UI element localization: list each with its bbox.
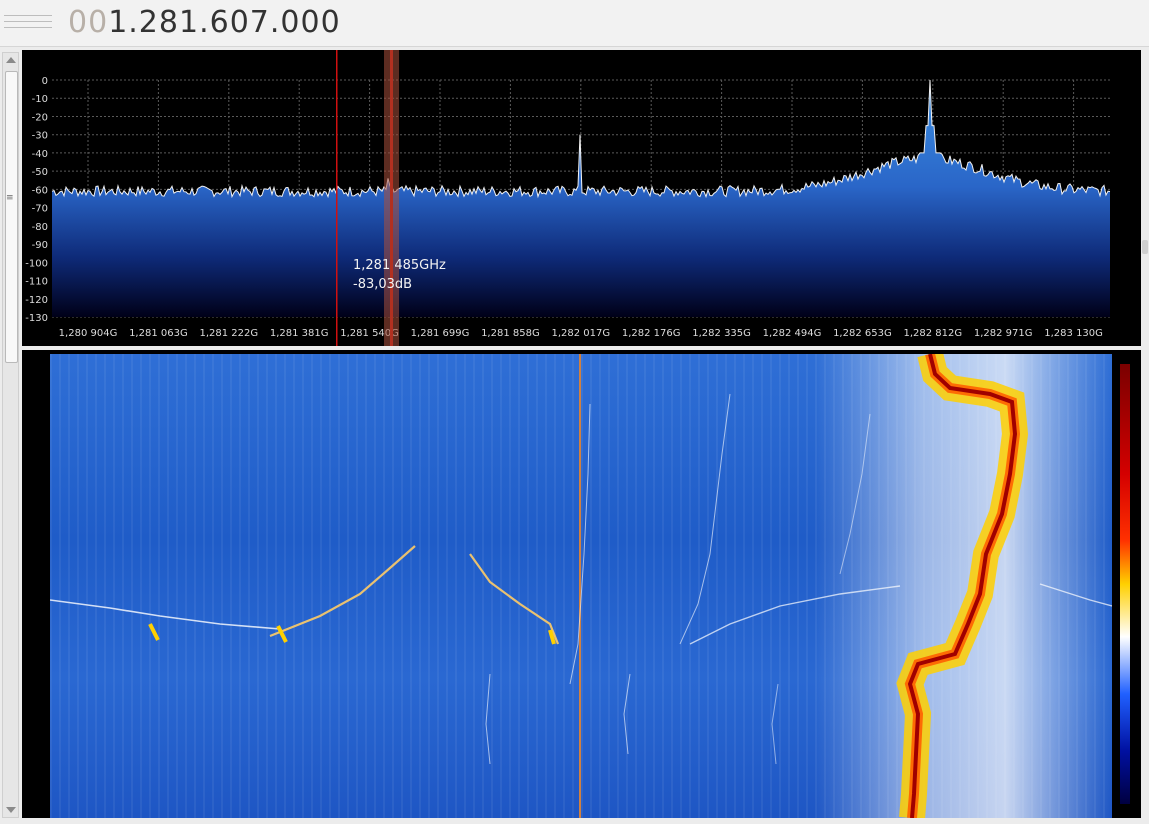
frequency-display[interactable]: 001.281.607.000 xyxy=(68,4,341,42)
scrollbar-grip-icon: ≡ xyxy=(6,193,14,203)
doppler-curve xyxy=(269,545,416,638)
y-axis-tick-label: -40 xyxy=(32,149,48,160)
y-axis-tick-label: -110 xyxy=(25,277,48,288)
x-axis-tick-label: 1,281 222G xyxy=(199,328,258,339)
faint-drift-line xyxy=(839,413,871,575)
burst-hotspot xyxy=(148,623,160,641)
scrollbar-thumb[interactable] xyxy=(5,71,18,363)
waterfall-canvas[interactable] xyxy=(50,354,1112,818)
y-axis-tick-label: -10 xyxy=(32,94,48,105)
doppler-curve xyxy=(689,585,901,645)
y-axis-tick-label: -30 xyxy=(32,131,48,142)
frequency-value[interactable]: 1.281.607.000 xyxy=(108,5,340,40)
spectrum-x-axis: 1,280 904G 1,281 063G 1,281 222G 1,281 381G… xyxy=(59,328,1103,339)
x-axis-tick-label: 1,282 017G xyxy=(551,328,610,339)
cursor-readout-frequency: 1,281 485GHz xyxy=(353,258,446,273)
y-axis-tick-label: -70 xyxy=(32,204,48,215)
x-axis-tick-label: 1,283 130G xyxy=(1044,328,1103,339)
doppler-curve xyxy=(50,599,281,630)
carrier-glow xyxy=(896,354,1029,818)
x-axis-tick-label: 1,282 971G xyxy=(974,328,1033,339)
x-axis-tick-label: 1,282 812G xyxy=(903,328,962,339)
y-axis-tick-label: -60 xyxy=(32,185,48,196)
y-axis-tick-label: -80 xyxy=(32,222,48,233)
y-axis-tick-label: -130 xyxy=(25,313,48,324)
spectrum-fill-area xyxy=(52,80,1110,317)
x-axis-tick-label: 1,280 904G xyxy=(59,328,118,339)
faint-drift-line xyxy=(679,393,731,645)
waterfall-display[interactable] xyxy=(22,350,1141,818)
x-axis-tick-label: 1,281 699G xyxy=(411,328,470,339)
cursor-readout-level: -83,03dB xyxy=(353,277,412,292)
frequency-toolbar: 001.281.607.000 xyxy=(0,0,1149,47)
y-axis-tick-label: -90 xyxy=(32,240,48,251)
cursor-marker-red-line xyxy=(336,50,338,346)
doppler-curve xyxy=(469,553,560,645)
y-axis-tick-label: -100 xyxy=(25,258,48,269)
frequency-leading-digits[interactable]: 00 xyxy=(68,5,108,40)
spectrum-plot[interactable]: 0 -10 -20 -30 -40 -50 -60 -70 -80 -90 -100 -110 -120… xyxy=(22,50,1141,346)
scroll-down-arrow-icon[interactable] xyxy=(6,807,16,813)
waterfall-traces xyxy=(50,354,1112,818)
x-axis-tick-label: 1,281 858G xyxy=(481,328,540,339)
x-axis-tick-label: 1,282 335G xyxy=(692,328,751,339)
spectrum-y-axis: 0 -10 -20 -30 -40 -50 -60 -70 -80 -90 -100 -110 -120… xyxy=(25,76,48,324)
filter-band-edge xyxy=(390,50,393,346)
scroll-up-arrow-icon[interactable] xyxy=(6,57,16,63)
left-scrollbar[interactable]: ≡ xyxy=(2,52,19,818)
waterfall-color-scale xyxy=(1120,364,1130,804)
x-axis-tick-label: 1,281 381G xyxy=(270,328,329,339)
faint-drift-line xyxy=(623,673,631,755)
y-axis-tick-label: -50 xyxy=(32,167,48,178)
x-axis-tick-label: 1,281 063G xyxy=(129,328,188,339)
y-axis-tick-label: -120 xyxy=(25,295,48,306)
x-axis-tick-label: 1,282 176G xyxy=(622,328,681,339)
y-axis-tick-label: -20 xyxy=(32,112,48,123)
y-axis-tick-label: 0 xyxy=(42,76,48,87)
burst-hotspot xyxy=(276,625,288,643)
x-axis-tick-label: 1,282 653G xyxy=(833,328,892,339)
spectrum-analyzer[interactable]: 0 -10 -20 -30 -40 -50 -60 -70 -80 -90 -100 -110 -120… xyxy=(22,50,1141,346)
faint-drift-line xyxy=(485,673,491,765)
right-splitter-handle[interactable] xyxy=(1142,240,1148,254)
doppler-curve xyxy=(1039,583,1112,607)
faint-drift-line xyxy=(771,683,779,765)
toolbar-grip-icon[interactable] xyxy=(4,10,52,32)
x-axis-tick-label: 1,282 494G xyxy=(763,328,822,339)
